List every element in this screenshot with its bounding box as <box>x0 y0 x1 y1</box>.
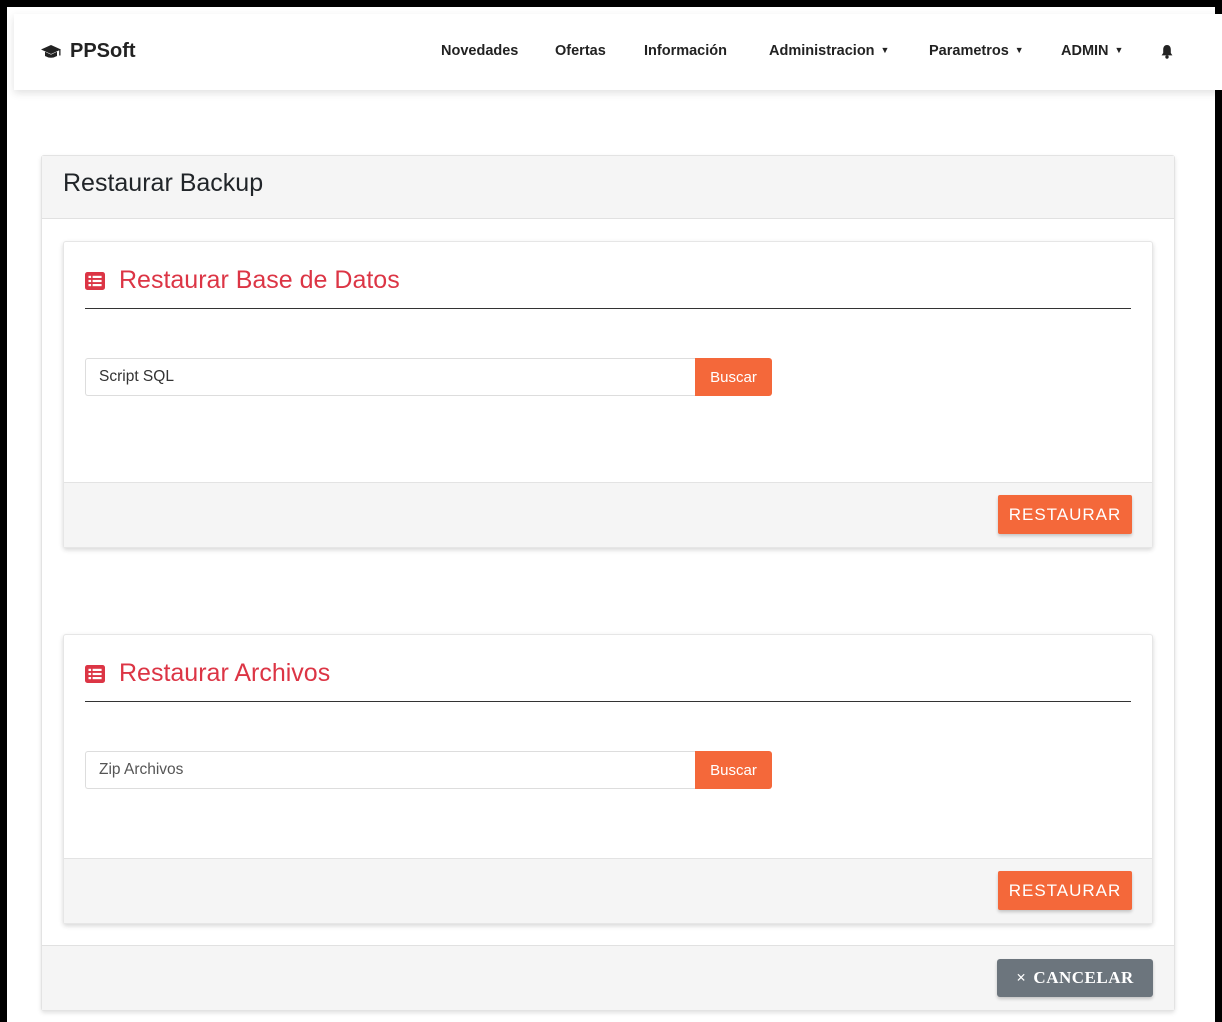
nav-item-parametros[interactable]: Parametros ▼ <box>929 43 1024 59</box>
zip-archive-input[interactable] <box>85 751 695 789</box>
list-alt-icon <box>85 271 105 290</box>
page-title: Restaurar Backup <box>63 169 264 197</box>
brand[interactable]: PPSoft <box>40 40 136 63</box>
cancel-label: CANCELAR <box>1033 968 1134 987</box>
top-navbar: PPSoft Novedades Ofertas Información Adm… <box>14 14 1222 90</box>
panel-header: Restaurar Backup <box>42 156 1174 219</box>
zip-file-picker: Buscar <box>85 751 772 789</box>
list-alt-icon <box>85 664 105 683</box>
nav-item-admin[interactable]: ADMIN ▼ <box>1061 43 1123 59</box>
sql-script-input[interactable] <box>85 358 695 396</box>
restore-database-card: Restaurar Base de Datos Buscar RESTAURAR <box>63 241 1153 548</box>
section-divider <box>85 308 1131 309</box>
restore-files-footer: RESTAURAR <box>64 858 1152 923</box>
sql-file-picker: Buscar <box>85 358 772 396</box>
restore-database-button[interactable]: RESTAURAR <box>998 495 1132 534</box>
restore-database-title: Restaurar Base de Datos <box>85 266 400 295</box>
browse-zip-button[interactable]: Buscar <box>695 751 772 789</box>
close-icon: × <box>1016 968 1027 987</box>
chevron-down-icon: ▼ <box>1114 45 1124 55</box>
chevron-down-icon: ▼ <box>880 45 890 55</box>
panel-footer: × CANCELAR <box>42 945 1174 1010</box>
section-divider <box>85 701 1131 702</box>
restore-files-card: Restaurar Archivos Buscar RESTAURAR <box>63 634 1153 924</box>
cancel-button[interactable]: × CANCELAR <box>997 959 1153 997</box>
app-frame: PPSoft Novedades Ofertas Información Adm… <box>0 0 1222 1022</box>
nav-item-ofertas[interactable]: Ofertas <box>555 43 606 59</box>
graduation-cap-icon <box>40 44 62 60</box>
brand-name: PPSoft <box>70 40 136 62</box>
browse-sql-button[interactable]: Buscar <box>695 358 772 396</box>
restore-files-title: Restaurar Archivos <box>85 659 330 688</box>
restore-database-footer: RESTAURAR <box>64 482 1152 547</box>
restore-files-button[interactable]: RESTAURAR <box>998 871 1132 910</box>
restore-backup-panel: Restaurar Backup Restaurar Base de Datos… <box>41 155 1175 1011</box>
nav-item-novedades[interactable]: Novedades <box>441 43 518 59</box>
nav-item-administracion[interactable]: Administracion ▼ <box>769 43 889 59</box>
chevron-down-icon: ▼ <box>1014 45 1024 55</box>
bell-icon[interactable] <box>1161 44 1173 64</box>
nav-item-informacion[interactable]: Información <box>644 43 727 59</box>
